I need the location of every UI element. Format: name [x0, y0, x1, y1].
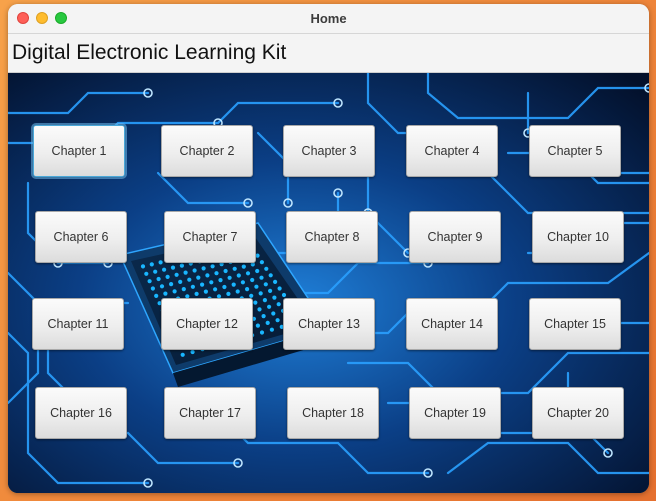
circuit-background: Chapter 1 Chapter 2 Chapter 3 Chapter 4 Chap…: [8, 73, 649, 493]
chapter-10-button[interactable]: Chapter 10: [532, 211, 624, 263]
chapter-5-button[interactable]: Chapter 5: [529, 125, 621, 177]
chapter-9-button[interactable]: Chapter 9: [409, 211, 501, 263]
window-title: Home: [310, 11, 347, 26]
chapter-2-button[interactable]: Chapter 2: [161, 125, 253, 177]
page-title: Digital Electronic Learning Kit: [12, 41, 287, 64]
chapter-4-button[interactable]: Chapter 4: [406, 125, 498, 177]
app-header: Digital Electronic Learning Kit: [8, 34, 649, 73]
app-window: Home Digital Electronic Learning Kit Cha…: [8, 4, 649, 493]
chapter-13-button[interactable]: Chapter 13: [283, 298, 375, 350]
chapter-6-button[interactable]: Chapter 6: [35, 211, 127, 263]
chapter-19-button[interactable]: Chapter 19: [409, 387, 501, 439]
title-bar[interactable]: Home: [8, 4, 649, 34]
chapter-1-button[interactable]: Chapter 1: [33, 125, 125, 177]
chapter-14-button[interactable]: Chapter 14: [406, 298, 498, 350]
chapter-15-button[interactable]: Chapter 15: [529, 298, 621, 350]
chapter-3-button[interactable]: Chapter 3: [283, 125, 375, 177]
chapter-7-button[interactable]: Chapter 7: [164, 211, 256, 263]
chapter-8-button[interactable]: Chapter 8: [286, 211, 378, 263]
chapter-11-button[interactable]: Chapter 11: [32, 298, 124, 350]
chapter-16-button[interactable]: Chapter 16: [35, 387, 127, 439]
chapter-17-button[interactable]: Chapter 17: [164, 387, 256, 439]
chapter-20-button[interactable]: Chapter 20: [532, 387, 624, 439]
chapter-12-button[interactable]: Chapter 12: [161, 298, 253, 350]
chapter-18-button[interactable]: Chapter 18: [287, 387, 379, 439]
